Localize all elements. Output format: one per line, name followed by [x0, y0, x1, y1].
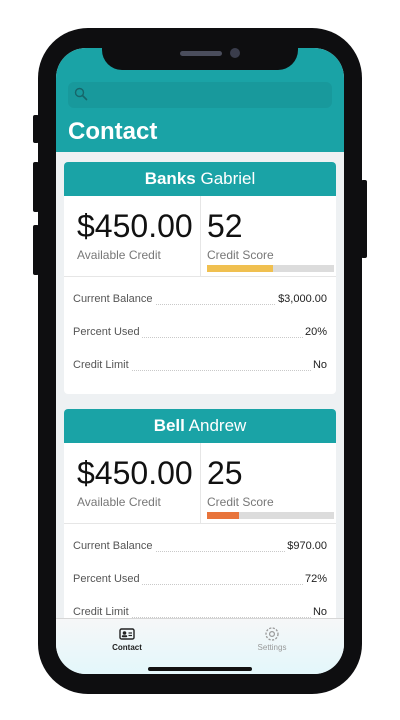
contact-first-name: Gabriel — [200, 169, 256, 188]
stats-divider — [200, 443, 201, 523]
credit-score-fill — [207, 265, 274, 272]
detail-row: Current Balance $970.00 — [64, 530, 336, 563]
search-icon — [74, 87, 88, 101]
detail-row: Percent Used 72% — [64, 563, 336, 596]
front-camera — [230, 48, 240, 58]
contact-name: Bell Andrew — [64, 409, 336, 443]
detail-value: $3,000.00 — [276, 293, 327, 305]
tab-bar: Contact Settings — [56, 618, 344, 674]
detail-value: $970.00 — [285, 540, 327, 552]
credit-score-value: 25 — [207, 455, 243, 491]
contact-card-icon — [119, 628, 135, 640]
detail-value: No — [310, 359, 327, 371]
tab-contact[interactable]: Contact — [87, 625, 167, 652]
contact-name: Banks Gabriel — [64, 162, 336, 196]
detail-row: Percent Used 20% — [64, 316, 336, 349]
tab-settings-label: Settings — [257, 643, 287, 652]
tab-settings[interactable]: Settings — [232, 625, 312, 652]
detail-label: Percent Used — [73, 573, 142, 585]
search-input[interactable] — [68, 82, 332, 108]
detail-label: Credit Limit — [73, 359, 131, 371]
available-credit-label: Available Credit — [77, 495, 161, 509]
detail-label: Current Balance — [73, 293, 155, 305]
detail-row: Credit Limit No — [64, 349, 336, 382]
credit-score-bar — [207, 265, 334, 272]
app-screen: Contact Banks Gabriel $450.00 Available … — [56, 48, 344, 674]
contact-last-name: Banks — [144, 169, 196, 188]
detail-label: Current Balance — [73, 540, 155, 552]
home-indicator[interactable] — [148, 667, 252, 671]
phone-notch — [102, 38, 298, 70]
detail-value: 72% — [302, 573, 327, 585]
contact-stats: $450.00 Available Credit 25 Credit Score — [64, 443, 336, 524]
detail-value: 20% — [302, 326, 327, 338]
contact-stats: $450.00 Available Credit 52 Credit Score — [64, 196, 336, 277]
gear-icon — [265, 627, 279, 641]
credit-score-fill — [207, 512, 239, 519]
available-credit-value: $450.00 — [77, 208, 193, 244]
contact-card[interactable]: Banks Gabriel $450.00 Available Credit 5… — [64, 162, 336, 394]
contact-first-name: Andrew — [188, 416, 247, 435]
page-title: Contact — [68, 118, 158, 145]
detail-row: Current Balance $3,000.00 — [64, 283, 336, 316]
detail-value: No — [310, 606, 327, 618]
detail-label: Percent Used — [73, 326, 142, 338]
stats-divider — [200, 196, 201, 276]
contact-last-name: Bell — [153, 416, 185, 435]
contact-list[interactable]: Banks Gabriel $450.00 Available Credit 5… — [56, 152, 344, 618]
credit-score-bar — [207, 512, 334, 519]
detail-row: Credit Limit No — [64, 596, 336, 618]
available-credit-label: Available Credit — [77, 248, 161, 262]
credit-score-value: 52 — [207, 208, 243, 244]
speaker-grille — [180, 51, 222, 56]
detail-label: Credit Limit — [73, 606, 131, 618]
tab-contact-label: Contact — [112, 643, 142, 652]
credit-score-label: Credit Score — [207, 248, 274, 262]
credit-score-label: Credit Score — [207, 495, 274, 509]
available-credit-value: $450.00 — [77, 455, 193, 491]
contact-card[interactable]: Bell Andrew $450.00 Available Credit 25 … — [64, 409, 336, 618]
